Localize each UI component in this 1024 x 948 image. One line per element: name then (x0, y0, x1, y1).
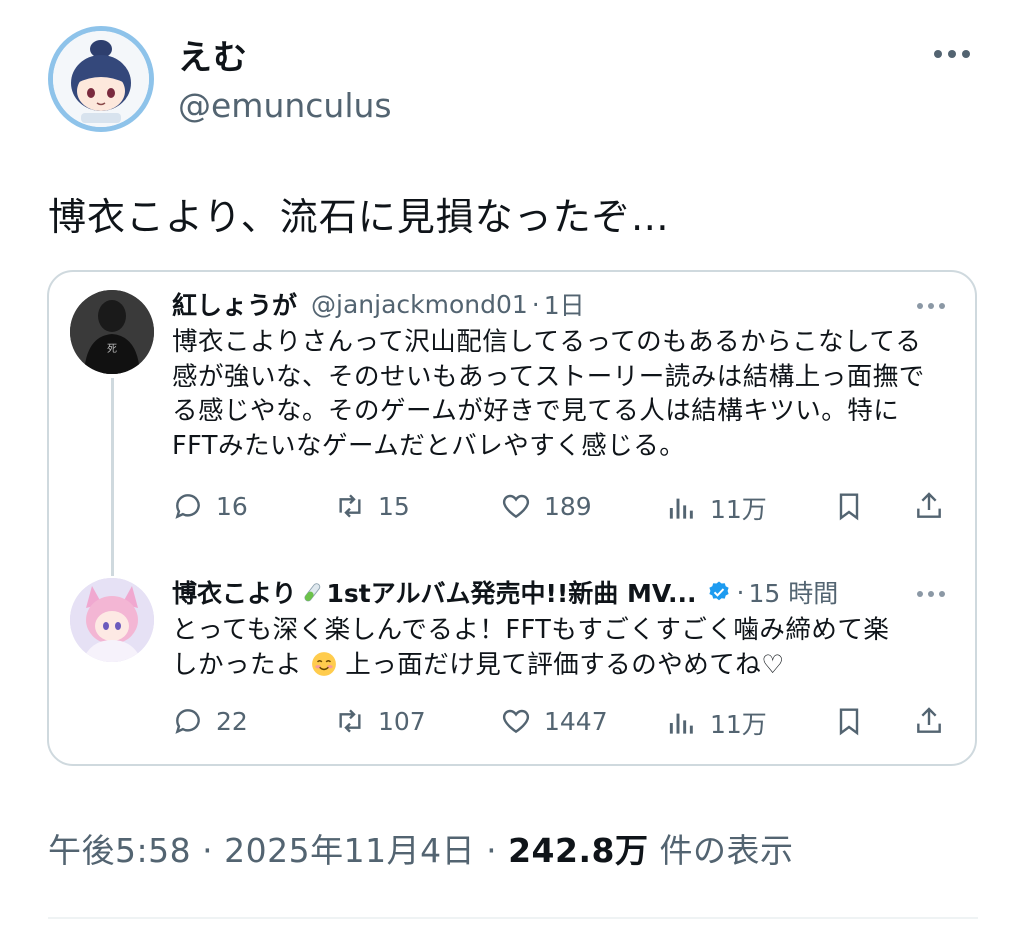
repost-action[interactable]: 15 (334, 490, 410, 522)
reply-count: 16 (216, 491, 248, 521)
smiling-emoji (311, 651, 336, 676)
bookmark-button[interactable] (833, 490, 877, 522)
reply-line: 博衣こよりさんって沢山配信してるってのもあるからこなしてる (172, 327, 922, 357)
share-icon (917, 492, 941, 518)
tweet-metadata: 午後5:58 · 2025年11月4日 · 242.8万 件の表示 (48, 824, 793, 872)
views-label: 件の表示 (659, 831, 794, 870)
share-button[interactable] (913, 705, 957, 737)
reply-line: 感が強いな、そのせいもあってストーリー読みは結構上っ面撫で (172, 361, 925, 392)
repost-action[interactable]: 107 (334, 705, 426, 737)
views-action[interactable]: 11万 (666, 490, 767, 526)
reply-line: しかったよ 上っ面だけ見て評価するのやめてね♡ (172, 648, 889, 683)
user-handle[interactable]: @emunculus (178, 86, 392, 125)
separator-dot: · (486, 831, 498, 870)
reply-count: 22 (216, 706, 248, 736)
views-icon (669, 713, 693, 734)
reply-line-part: しかったよ (172, 649, 303, 680)
views-count: 11万 (710, 710, 767, 739)
reply-line-part: 上っ面だけ見て評価するのやめてね♡ (345, 649, 785, 680)
views-icon (669, 498, 693, 519)
more-icon[interactable] (930, 44, 974, 64)
reply-author-name[interactable]: 博衣こより (172, 574, 297, 610)
views-action[interactable]: 11万 (666, 705, 767, 741)
reply-header: 紅しょうが @janjackmond01 · 1日 (172, 286, 585, 322)
reply-avatar[interactable]: 死 (70, 290, 154, 374)
share-button[interactable] (913, 490, 957, 522)
tweet-time[interactable]: 午後5:58 (48, 831, 191, 870)
tweet-date[interactable]: 2025年11月4日 (224, 831, 475, 870)
reply-icon (175, 494, 200, 519)
like-icon (502, 494, 530, 519)
reply-avatar[interactable] (70, 578, 154, 662)
reply-author-name[interactable]: 紅しょうが (172, 286, 297, 322)
reply-line: る感じやな。そのゲームが好きで見てる人は結構キツい。特に (172, 396, 900, 426)
more-icon[interactable] (914, 586, 948, 600)
share-icon (917, 707, 941, 733)
reply-timestamp[interactable]: 1日 (544, 286, 585, 322)
more-icon[interactable] (914, 298, 948, 312)
reply-action[interactable]: 22 (172, 705, 248, 737)
reply-header: 博衣こより 1stアルバム発売中!!新曲 MV... · 15 時間 (172, 574, 838, 610)
repost-count: 15 (378, 491, 410, 521)
reply-action[interactable]: 16 (172, 490, 248, 522)
bookmark-button[interactable] (833, 705, 877, 737)
like-count: 1447 (544, 706, 608, 736)
reply-line: FFTみたいなゲームだとバレやすく感じる。 (172, 430, 686, 461)
thread-connector (111, 378, 114, 576)
repost-icon (339, 709, 361, 733)
like-count: 189 (544, 491, 592, 521)
bookmark-icon (839, 493, 859, 521)
reply-author-handle[interactable]: @janjackmond01 (311, 290, 528, 319)
views-count: 11万 (710, 495, 767, 524)
bookmark-icon (839, 708, 859, 736)
like-action[interactable]: 189 (500, 490, 592, 522)
author-avatar[interactable] (48, 26, 154, 132)
repost-icon (339, 494, 361, 518)
svg-text:死: 死 (107, 344, 117, 355)
display-name[interactable]: えむ (178, 30, 248, 79)
reply-author-name-suffix[interactable]: 1stアルバム発売中!!新曲 MV... (327, 574, 697, 610)
tweet-text: 博衣こより、流石に見損なったぞ… (48, 195, 670, 239)
divider (48, 917, 978, 919)
like-action[interactable]: 1447 (500, 705, 608, 737)
separator-dot: · (736, 577, 745, 607)
separator-dot: · (531, 289, 540, 319)
test-tube-emoji (303, 583, 320, 602)
repost-count: 107 (378, 706, 426, 736)
reply-text: 博衣こよりさんって沢山配信してるってのもあるからこなしてる 感が強いな、そのせい… (172, 325, 925, 463)
views-total[interactable]: 242.8万 (508, 831, 648, 870)
reply-line: とっても深く楽しんでるよ！FFTもすごくすごく噛み締めて楽 (172, 615, 890, 645)
reply-timestamp[interactable]: 15 時間 (748, 574, 838, 610)
reply-icon (175, 709, 200, 734)
like-icon (502, 709, 530, 734)
reply-text: とっても深く楽しんでるよ！FFTもすごくすごく噛み締めて楽 しかったよ 上っ面だ… (172, 613, 889, 682)
verified-icon (708, 581, 729, 601)
separator-dot: · (202, 831, 214, 870)
